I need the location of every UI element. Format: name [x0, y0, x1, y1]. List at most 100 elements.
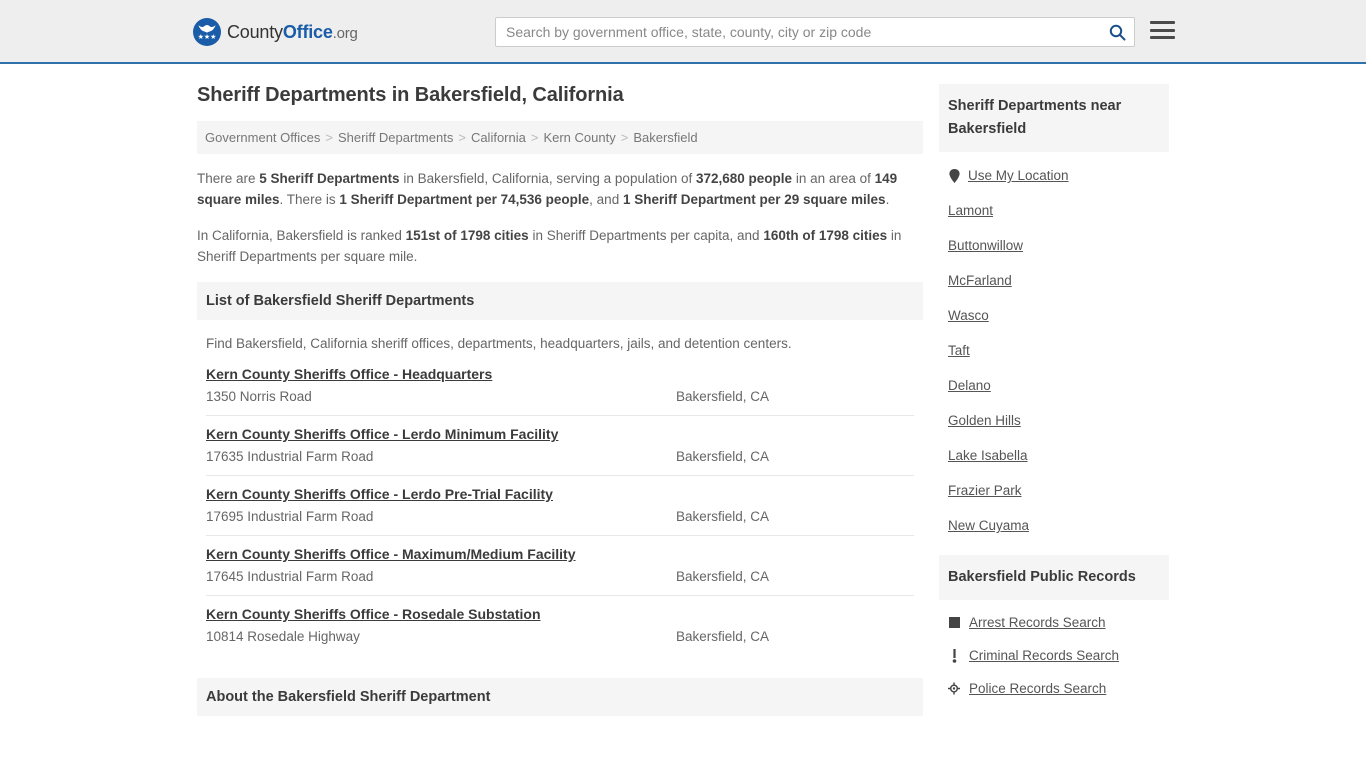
sidebar-item-arrest-records[interactable]: Arrest Records Search	[948, 606, 1160, 639]
breadcrumb-item-sheriff-departments[interactable]: Sheriff Departments	[338, 130, 453, 145]
intro-stat-per-area: 1 Sheriff Department per 29 square miles	[622, 192, 886, 207]
sidebar-link-police-records-search[interactable]: Police Records Search	[969, 681, 1106, 696]
sidebar-nearby-list: Use My Location Lamont Buttonwillow McFa…	[939, 152, 1169, 543]
list-section-subtext: Find Bakersfield, California sheriff off…	[206, 336, 792, 351]
sidebar: Sheriff Departments near Bakersfield Use…	[939, 84, 1169, 705]
intro-stat-count: 5 Sheriff Departments	[259, 171, 400, 186]
exclamation-icon	[948, 648, 960, 663]
site-logo[interactable]: ★★★ CountyOffice.org	[193, 18, 358, 46]
breadcrumb-separator: >	[530, 130, 539, 145]
sidebar-link-buttonwillow[interactable]: Buttonwillow	[948, 238, 1023, 253]
eagle-icon	[198, 25, 216, 33]
listing-detail-line: 17635 Industrial Farm Road Bakersfield, …	[206, 449, 914, 464]
sidebar-link-delano[interactable]: Delano	[948, 378, 991, 393]
search-button[interactable]	[1100, 18, 1134, 46]
breadcrumb-separator: >	[620, 130, 629, 145]
intro-p1-seg5: , and	[589, 192, 623, 207]
sidebar-item-lamont[interactable]: Lamont	[948, 193, 1160, 228]
intro-p1-seg3: in an area of	[792, 171, 875, 186]
intro-stat-population: 372,680 people	[696, 171, 793, 186]
stars-icon: ★★★	[197, 34, 217, 41]
sidebar-item-delano[interactable]: Delano	[948, 368, 1160, 403]
list-item: Kern County Sheriffs Office - Headquarte…	[206, 364, 914, 415]
sidebar-link-arrest-records-search[interactable]: Arrest Records Search	[969, 615, 1106, 630]
intro-p1-seg6: .	[885, 192, 890, 207]
search-box[interactable]	[495, 17, 1135, 47]
listing-city: Bakersfield, CA	[676, 509, 770, 524]
sidebar-item-criminal-records[interactable]: Criminal Records Search	[948, 639, 1160, 672]
search-input[interactable]	[496, 24, 1100, 40]
listing-detail-line: 10814 Rosedale Highway Bakersfield, CA	[206, 629, 914, 644]
sidebar-item-taft[interactable]: Taft	[948, 333, 1160, 368]
sidebar-link-lake-isabella[interactable]: Lake Isabella	[948, 448, 1028, 463]
listing-title-link[interactable]: Kern County Sheriffs Office - Headquarte…	[206, 366, 492, 382]
intro-rank-per-area: 160th of 1798 cities	[763, 228, 888, 243]
sidebar-link-mcfarland[interactable]: McFarland	[948, 273, 1012, 288]
countyoffice-logo-icon: ★★★	[193, 18, 221, 46]
listing-address: 17635 Industrial Farm Road	[206, 449, 374, 464]
breadcrumb-separator: >	[325, 130, 333, 145]
sidebar-link-taft[interactable]: Taft	[948, 343, 970, 358]
listing-city: Bakersfield, CA	[676, 629, 770, 644]
listing-title-link[interactable]: Kern County Sheriffs Office - Rosedale S…	[206, 606, 541, 622]
intro-p1-seg2: in Bakersfield, California, serving a po…	[399, 171, 696, 186]
list-item: Kern County Sheriffs Office - Lerdo Pre-…	[206, 475, 914, 535]
intro-p1-seg1: There are	[197, 171, 260, 186]
listing-address: 17645 Industrial Farm Road	[206, 569, 374, 584]
sidebar-item-lake-isabella[interactable]: Lake Isabella	[948, 438, 1160, 473]
intro-paragraph-1: There are 5 Sheriff Departments in Baker…	[197, 168, 923, 210]
intro-p2-seg2: in Sheriff Departments per capita, and	[528, 228, 764, 243]
site-header: ★★★ CountyOffice.org	[0, 0, 1366, 64]
sidebar-item-police-records[interactable]: Police Records Search	[948, 672, 1160, 705]
hamburger-bar-3	[1150, 36, 1175, 39]
sidebar-link-wasco[interactable]: Wasco	[948, 308, 989, 323]
list-item: Kern County Sheriffs Office - Rosedale S…	[206, 595, 914, 655]
logo-office: Office	[282, 21, 333, 42]
square-block-icon	[948, 616, 960, 630]
listing-address: 1350 Norris Road	[206, 389, 312, 404]
sidebar-link-criminal-records-search[interactable]: Criminal Records Search	[969, 648, 1119, 663]
page-title: Sheriff Departments in Bakersfield, Cali…	[197, 84, 624, 106]
about-section-heading: About the Bakersfield Sheriff Department	[197, 678, 923, 716]
logo-tld: .org	[332, 24, 358, 42]
hamburger-bar-1	[1150, 21, 1175, 24]
sidebar-link-new-cuyama[interactable]: New Cuyama	[948, 518, 1029, 533]
sidebar-item-mcfarland[interactable]: McFarland	[948, 263, 1160, 298]
sidebar-item-golden-hills[interactable]: Golden Hills	[948, 403, 1160, 438]
hamburger-menu-icon[interactable]	[1150, 19, 1176, 41]
sidebar-link-golden-hills[interactable]: Golden Hills	[948, 413, 1021, 428]
listing-detail-line: 17695 Industrial Farm Road Bakersfield, …	[206, 509, 914, 524]
sidebar-item-buttonwillow[interactable]: Buttonwillow	[948, 228, 1160, 263]
logo-county: County	[227, 21, 283, 42]
listing-title-link[interactable]: Kern County Sheriffs Office - Maximum/Me…	[206, 546, 576, 562]
search-icon	[1109, 24, 1125, 40]
hamburger-bar-2	[1150, 28, 1175, 32]
sheriff-department-list: Kern County Sheriffs Office - Headquarte…	[197, 364, 923, 655]
listing-city: Bakersfield, CA	[676, 449, 770, 464]
sidebar-item-new-cuyama[interactable]: New Cuyama	[948, 508, 1160, 543]
intro-rank-per-capita: 151st of 1798 cities	[405, 228, 529, 243]
sidebar-nearby-heading: Sheriff Departments near Bakersfield	[939, 84, 1169, 152]
sidebar-item-frazier-park[interactable]: Frazier Park	[948, 473, 1160, 508]
main-content: Sheriff Departments in Bakersfield, Cali…	[197, 84, 923, 716]
breadcrumb-item-government-offices[interactable]: Government Offices	[205, 130, 320, 145]
intro-paragraph-2: In California, Bakersfield is ranked 151…	[197, 225, 923, 267]
intro-stat-per-people: 1 Sheriff Department per 74,536 people	[339, 192, 590, 207]
sidebar-link-lamont[interactable]: Lamont	[948, 203, 993, 218]
listing-city: Bakersfield, CA	[676, 389, 770, 404]
listing-title-link[interactable]: Kern County Sheriffs Office - Lerdo Mini…	[206, 426, 558, 442]
listing-title-link[interactable]: Kern County Sheriffs Office - Lerdo Pre-…	[206, 486, 553, 502]
map-pin-icon	[948, 168, 960, 183]
listing-detail-line: 1350 Norris Road Bakersfield, CA	[206, 389, 914, 404]
listing-address: 10814 Rosedale Highway	[206, 629, 360, 644]
sidebar-item-wasco[interactable]: Wasco	[948, 298, 1160, 333]
sidebar-item-use-my-location[interactable]: Use My Location	[948, 158, 1160, 193]
breadcrumb-item-bakersfield[interactable]: Bakersfield	[633, 130, 697, 145]
breadcrumb-item-kern-county[interactable]: Kern County	[543, 130, 615, 145]
breadcrumb-item-california[interactable]: California	[471, 130, 526, 145]
sidebar-link-use-my-location[interactable]: Use My Location	[968, 168, 1069, 183]
intro-p1-seg4: . There is	[279, 192, 340, 207]
list-section-heading: List of Bakersfield Sheriff Departments	[197, 282, 923, 320]
intro-p2-seg1: In California, Bakersfield is ranked	[197, 228, 406, 243]
sidebar-link-frazier-park[interactable]: Frazier Park	[948, 483, 1022, 498]
